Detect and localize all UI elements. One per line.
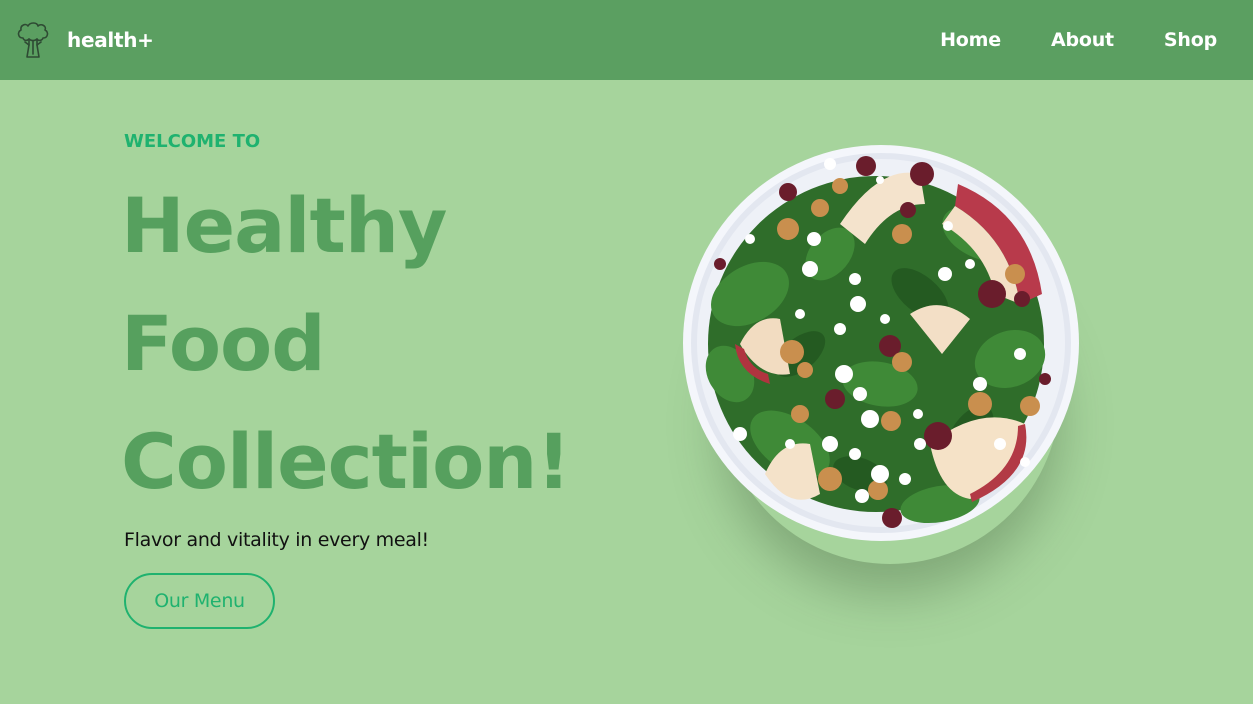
navbar: health+ Home About Shop [0, 0, 1253, 80]
salad-bowl-image [680, 144, 1082, 546]
hero-eyebrow: WELCOME TO [124, 131, 261, 152]
our-menu-button[interactable]: Our Menu [124, 573, 275, 629]
hero-title-line-1: Healthy [121, 181, 447, 270]
broccoli-icon [15, 21, 51, 59]
brand-name: health+ [67, 28, 154, 52]
nav-link-shop[interactable]: Shop [1164, 26, 1217, 54]
salad-bowl-illustration [683, 145, 1079, 541]
brand-link[interactable]: health+ [15, 21, 154, 59]
hero-tagline: Flavor and vitality in every meal! [124, 529, 429, 551]
hero-title: Healthy Food Collection! [121, 167, 571, 521]
hero-title-line-3: Collection! [121, 417, 571, 506]
nav-link-home[interactable]: Home [940, 26, 1001, 54]
nav-links: Home About Shop [890, 26, 1217, 54]
hero-title-line-2: Food [121, 299, 326, 388]
nav-link-about[interactable]: About [1051, 26, 1114, 54]
